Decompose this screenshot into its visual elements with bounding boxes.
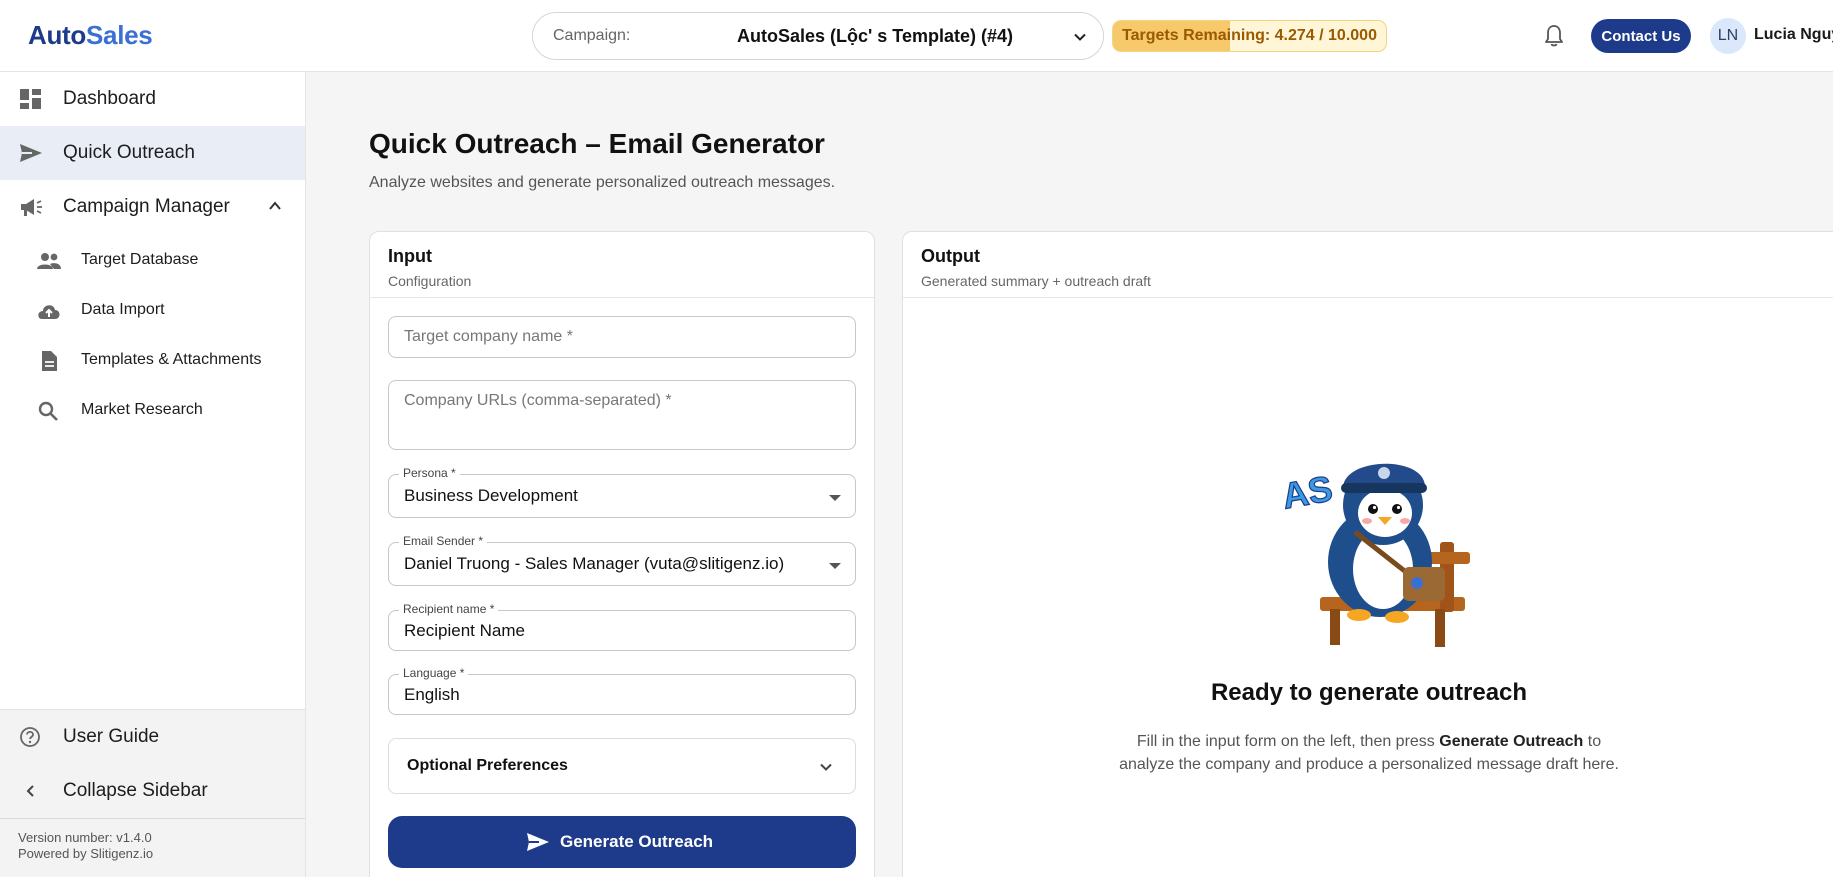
chevron-up-icon[interactable] xyxy=(267,198,283,214)
page-subtitle: Analyze websites and generate personaliz… xyxy=(369,174,836,191)
caret-down-icon xyxy=(829,495,841,501)
document-icon xyxy=(42,351,57,371)
chevron-down-icon xyxy=(820,763,832,771)
output-card: Output Generated summary + outreach draf… xyxy=(902,231,1833,877)
input-card-subtitle: Configuration xyxy=(388,273,472,289)
help-icon xyxy=(20,727,40,747)
output-card-title: Output xyxy=(921,246,980,266)
cloud-upload-icon xyxy=(38,305,60,319)
sidebar-item-label: Data Import xyxy=(81,301,165,318)
send-icon xyxy=(527,833,549,851)
campaign-label: Campaign: xyxy=(553,27,631,44)
persona-label: Persona * xyxy=(399,466,460,480)
powered-by: Powered by Slitigenz.io xyxy=(18,846,154,861)
send-icon xyxy=(20,144,42,162)
sidebar-item-templates[interactable]: Templates & Attachments xyxy=(0,336,305,384)
recipient-name-value[interactable]: Recipient Name xyxy=(404,621,525,641)
sidebar-item-label: Collapse Sidebar xyxy=(63,780,208,801)
chevron-left-icon xyxy=(26,785,34,797)
sidebar-item-label: Templates & Attachments xyxy=(81,351,262,368)
avatar[interactable]: LN xyxy=(1710,18,1746,54)
recipient-name-label: Recipient name * xyxy=(399,602,499,616)
email-sender-select[interactable]: Email Sender * Daniel Truong - Sales Man… xyxy=(388,534,856,586)
collapse-sidebar-button[interactable]: Collapse Sidebar xyxy=(0,764,305,818)
dashboard-icon xyxy=(20,89,41,109)
sidebar-item-dashboard[interactable]: Dashboard xyxy=(0,72,305,126)
megaphone-icon xyxy=(21,199,42,216)
language-value[interactable]: English xyxy=(404,685,460,705)
company-name-input[interactable] xyxy=(404,328,840,346)
input-card-header: Input Configuration xyxy=(370,232,874,298)
chevron-down-icon xyxy=(1074,33,1086,41)
company-urls-input[interactable] xyxy=(404,392,840,428)
user-name[interactable]: Lucia Nguy xyxy=(1754,26,1833,44)
optional-preferences-label: Optional Preferences xyxy=(407,757,568,774)
generate-outreach-label: Generate Outreach xyxy=(560,832,714,851)
targets-remaining-text: Targets Remaining: 4.274 / 10.000 xyxy=(1122,27,1377,44)
ready-title: Ready to generate outreach xyxy=(1210,679,1528,706)
output-card-subtitle: Generated summary + outreach draft xyxy=(921,273,1151,289)
version-info: Version number: v1.4.0 Powered by Slitig… xyxy=(18,830,153,862)
app-logo[interactable]: AutoSales xyxy=(28,20,153,51)
input-card-title: Input xyxy=(388,246,432,266)
company-urls-field[interactable] xyxy=(388,380,856,450)
sidebar-item-campaign-manager[interactable]: Campaign Manager xyxy=(0,180,305,234)
input-card: Input Configuration Persona * Business D… xyxy=(369,231,875,877)
divider xyxy=(0,818,305,819)
page-title: Quick Outreach – Email Generator xyxy=(369,128,825,159)
targets-remaining-badge: Targets Remaining: 4.274 / 10.000 xyxy=(1112,20,1387,52)
penguin-mascot-illustration: AS xyxy=(1278,463,1470,647)
sidebar-item-label: Campaign Manager xyxy=(63,196,230,217)
persona-value: Business Development xyxy=(404,486,578,505)
top-bar: AutoSales Campaign: AutoSales (Lộc' s Te… xyxy=(0,0,1833,72)
sidebar: Dashboard Quick Outreach Campaign Manage… xyxy=(0,72,306,877)
sidebar-item-quick-outreach[interactable]: Quick Outreach xyxy=(0,126,305,180)
people-icon xyxy=(37,253,61,269)
contact-us-button[interactable]: Contact Us xyxy=(1591,19,1691,53)
sidebar-item-label: Dashboard xyxy=(63,88,156,109)
optional-preferences-accordion[interactable]: Optional Preferences xyxy=(388,738,856,794)
search-icon xyxy=(38,401,58,421)
sidebar-item-label: Quick Outreach xyxy=(63,142,195,163)
sidebar-item-label: Market Research xyxy=(81,401,203,418)
sidebar-item-target-database[interactable]: Target Database xyxy=(0,236,305,284)
persona-select[interactable]: Persona * Business Development xyxy=(388,466,856,518)
sidebar-item-data-import[interactable]: Data Import xyxy=(0,286,305,334)
mascot-logo-text: AS xyxy=(1279,468,1335,517)
recipient-name-field[interactable]: Recipient name * Recipient Name xyxy=(388,602,856,651)
campaign-value: AutoSales (Lộc' s Template) (#4) xyxy=(736,26,1013,46)
sidebar-item-user-guide[interactable]: User Guide xyxy=(0,710,305,764)
email-sender-value: Daniel Truong - Sales Manager (vuta@slit… xyxy=(404,554,785,573)
output-card-header: Output Generated summary + outreach draf… xyxy=(903,232,1833,298)
language-field[interactable]: Language * English xyxy=(388,666,856,715)
sidebar-item-label: Target Database xyxy=(81,251,199,268)
caret-down-icon xyxy=(829,563,841,569)
sidebar-item-market-research[interactable]: Market Research xyxy=(0,386,305,434)
sidebar-item-label: User Guide xyxy=(63,726,160,747)
bell-icon[interactable] xyxy=(1543,24,1565,48)
company-name-field[interactable] xyxy=(388,316,856,358)
email-sender-label: Email Sender * xyxy=(399,534,488,548)
campaign-select[interactable]: Campaign: AutoSales (Lộc' s Template) (#… xyxy=(532,12,1104,60)
version-number: Version number: v1.4.0 xyxy=(18,830,152,845)
language-label: Language * xyxy=(399,666,469,680)
generate-outreach-button[interactable]: Generate Outreach xyxy=(388,816,856,868)
ready-description: Fill in the input form on the left, then… xyxy=(1119,733,1619,773)
